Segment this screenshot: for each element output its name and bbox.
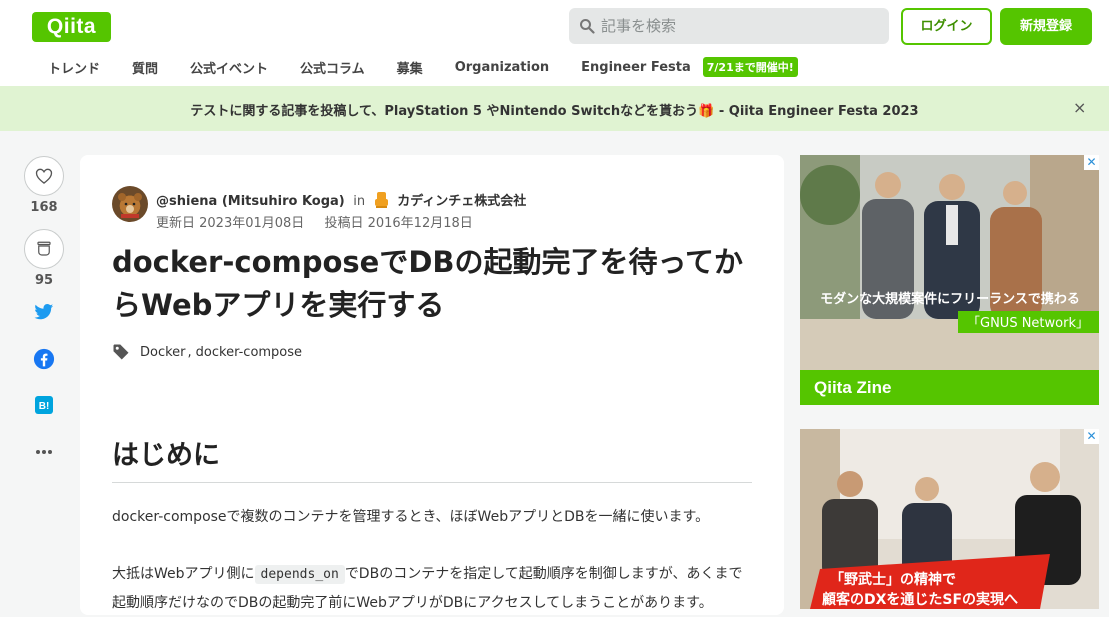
svg-text:B!: B! [39, 401, 50, 412]
announcement-banner: テストに関する記事を投稿して、PlayStation 5 やNintendo S… [0, 86, 1109, 131]
inline-code: depends_on [254, 565, 345, 584]
avatar[interactable] [112, 186, 148, 222]
nav-questions[interactable]: 質問 [116, 58, 174, 77]
nav-organization[interactable]: Organization [439, 60, 565, 75]
article-card: @shiena (Mitsuhiro Koga) in カディンチェ株式会社 更… [80, 155, 784, 615]
facebook-icon [33, 348, 55, 370]
signup-button[interactable]: 新規登録 [1000, 8, 1092, 45]
nav-recruit[interactable]: 募集 [381, 58, 439, 77]
more-icon [36, 450, 52, 454]
site-header: Qiita ログイン 新規登録 トレンド 質問 公式イベント 公式コラム 募集 … [0, 0, 1109, 86]
nav-official-events[interactable]: 公式イベント [174, 58, 284, 77]
ad-2-photo: 「野武士」の精神で 顧客のDXを通じたSFの実現へ [800, 429, 1099, 609]
author-name[interactable]: @shiena (Mitsuhiro Koga) [156, 194, 345, 209]
stock-count: 95 [34, 273, 54, 288]
tag-icon [113, 344, 129, 360]
advertisement-1[interactable]: モダンな大規模案件にフリーランスで携わる 「GNUS Network」 Qiit… [800, 155, 1099, 405]
stock-icon [37, 241, 51, 256]
like-count: 168 [30, 200, 58, 215]
nav-trend[interactable]: トレンド [32, 58, 116, 77]
facebook-share[interactable] [24, 348, 64, 374]
author-in: in [353, 194, 366, 209]
twitter-share[interactable] [24, 302, 64, 326]
article-dates: 更新日 2023年01月08日 投稿日 2016年12月18日 [156, 212, 473, 231]
festa-badge[interactable]: 7/21まで開催中! [702, 57, 798, 77]
paragraph-2-text-a: 大抵はWebアプリ側に [112, 566, 255, 582]
paragraph-2: 大抵はWebアプリ側に depends_on でDBのコンテナを指定して起動順序を制… [112, 560, 752, 617]
nav-official-columns[interactable]: 公式コラム [284, 58, 381, 77]
nav-engineer-festa[interactable]: Engineer Festa [565, 60, 707, 75]
ad-close-icon[interactable]: ✕ [1084, 429, 1099, 444]
banner-link[interactable]: テストに関する記事を投稿して、PlayStation 5 やNintendo S… [0, 100, 1109, 119]
article-actions: 168 95 B! [24, 156, 64, 459]
paragraph-1: docker-composeで複数のコンテナを管理するとき、ほぼWebアプリとD… [112, 509, 710, 525]
main-nav: トレンド 質問 公式イベント 公式コラム 募集 Organization Eng… [32, 56, 798, 78]
search-icon [580, 19, 595, 34]
posted-date: 投稿日 2016年12月18日 [324, 216, 473, 231]
login-button[interactable]: ログイン [901, 8, 992, 45]
advertisement-2[interactable]: 「野武士」の精神で 顧客のDXを通じたSFの実現へ ✕ [800, 429, 1099, 609]
like-button[interactable] [24, 156, 64, 196]
ad-1-brand: Qiita Zine [814, 378, 891, 397]
ad-1-caption: モダンな大規模案件にフリーランスで携わる [820, 291, 1080, 307]
organization-logo-icon [374, 192, 388, 208]
updated-date: 更新日 2023年01月08日 [156, 216, 305, 231]
more-actions[interactable] [24, 440, 64, 459]
ad-1-caption-2: 「GNUS Network」 [967, 316, 1089, 331]
ad-2-caption: 「野武士」の精神で [830, 571, 956, 588]
qiita-logo[interactable]: Qiita [32, 12, 111, 42]
tag-list: Docker, docker-compose [112, 343, 302, 361]
author-line: @shiena (Mitsuhiro Koga) in カディンチェ株式会社 [156, 190, 526, 209]
hatena-share[interactable]: B! [24, 396, 64, 418]
hatena-bookmark-icon: B! [35, 396, 53, 414]
ad-close-icon[interactable]: ✕ [1084, 155, 1099, 170]
twitter-icon [34, 304, 54, 320]
tag-docker-compose[interactable]: docker-compose [196, 345, 302, 360]
close-icon[interactable]: × [1073, 98, 1086, 117]
heart-icon [35, 168, 53, 184]
stock-button[interactable] [24, 229, 64, 269]
search-box[interactable] [569, 8, 889, 44]
organization-name[interactable]: カディンチェ株式会社 [397, 194, 526, 209]
tag-docker[interactable]: Docker [140, 345, 186, 360]
tag-separator: , [187, 344, 192, 360]
section-heading: はじめに [112, 433, 752, 483]
search-input[interactable] [601, 8, 881, 44]
avatar-bear-icon [118, 193, 142, 218]
ad-1-photo: モダンな大規模案件にフリーランスで携わる 「GNUS Network」 Qiit… [800, 155, 1099, 405]
article-title: docker-composeでDBの起動完了を待ってからWebアプリを実行する [112, 245, 744, 322]
